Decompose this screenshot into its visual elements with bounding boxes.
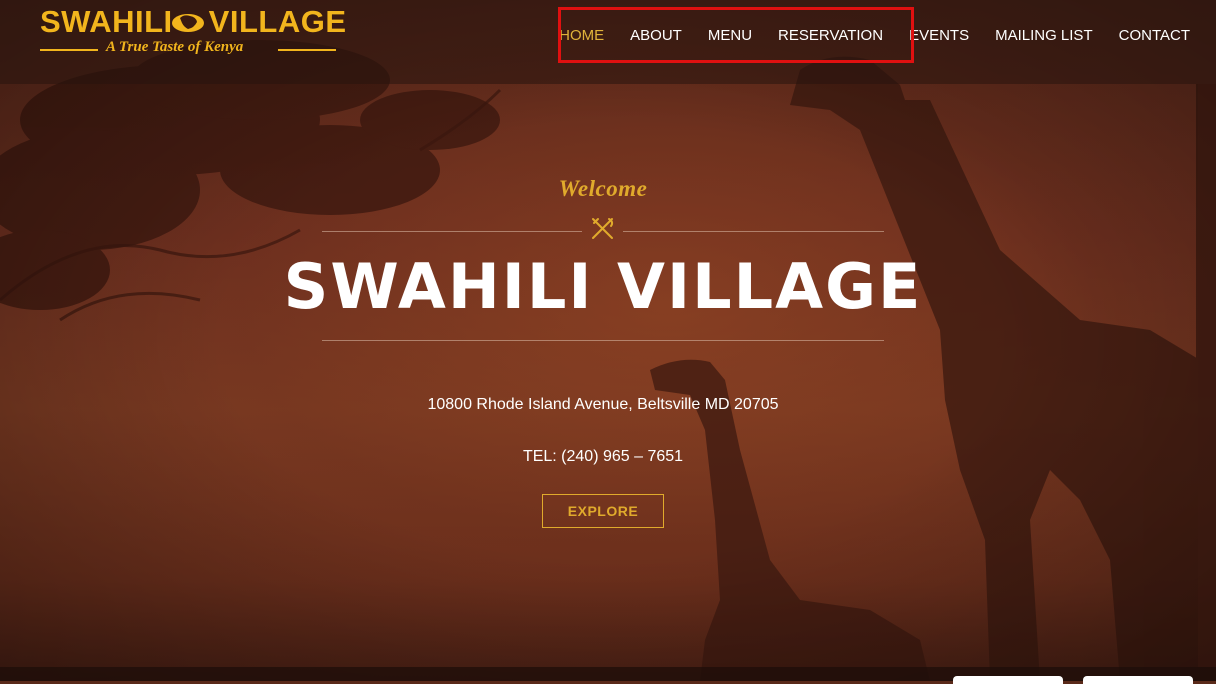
page-title: SWAHILI VILLAGE xyxy=(283,250,923,323)
nav-contact[interactable]: CONTACT xyxy=(1106,27,1216,44)
divider-right-top xyxy=(623,231,884,232)
divider-bottom xyxy=(322,340,884,341)
site-logo[interactable]: SWAHILI VILLAGE A True Taste of Kenya xyxy=(40,4,346,64)
bottom-tab-1[interactable] xyxy=(953,676,1063,684)
logo-left-line xyxy=(40,49,98,51)
divider-left-top xyxy=(322,231,582,232)
logo-title-part1: SWAHILI xyxy=(40,4,173,39)
nav-mailing-list[interactable]: MAILING LIST xyxy=(982,27,1106,44)
address-text: 10800 Rhode Island Avenue, Beltsville MD… xyxy=(427,396,779,413)
right-edge-shadow xyxy=(1198,84,1216,667)
telephone-text: TEL: (240) 965 – 7651 xyxy=(522,448,684,465)
explore-button[interactable]: EXPLORE xyxy=(542,494,664,528)
nav-highlight-box xyxy=(558,7,914,63)
africa-emblem-icon xyxy=(172,14,204,32)
logo-right-line xyxy=(278,49,336,51)
logo-tagline: A True Taste of Kenya xyxy=(106,39,244,55)
welcome-heading: Welcome xyxy=(558,176,648,201)
bottom-tab-2[interactable] xyxy=(1083,676,1193,684)
logo-title-part2: VILLAGE xyxy=(208,4,347,39)
utensils-icon xyxy=(592,218,614,239)
